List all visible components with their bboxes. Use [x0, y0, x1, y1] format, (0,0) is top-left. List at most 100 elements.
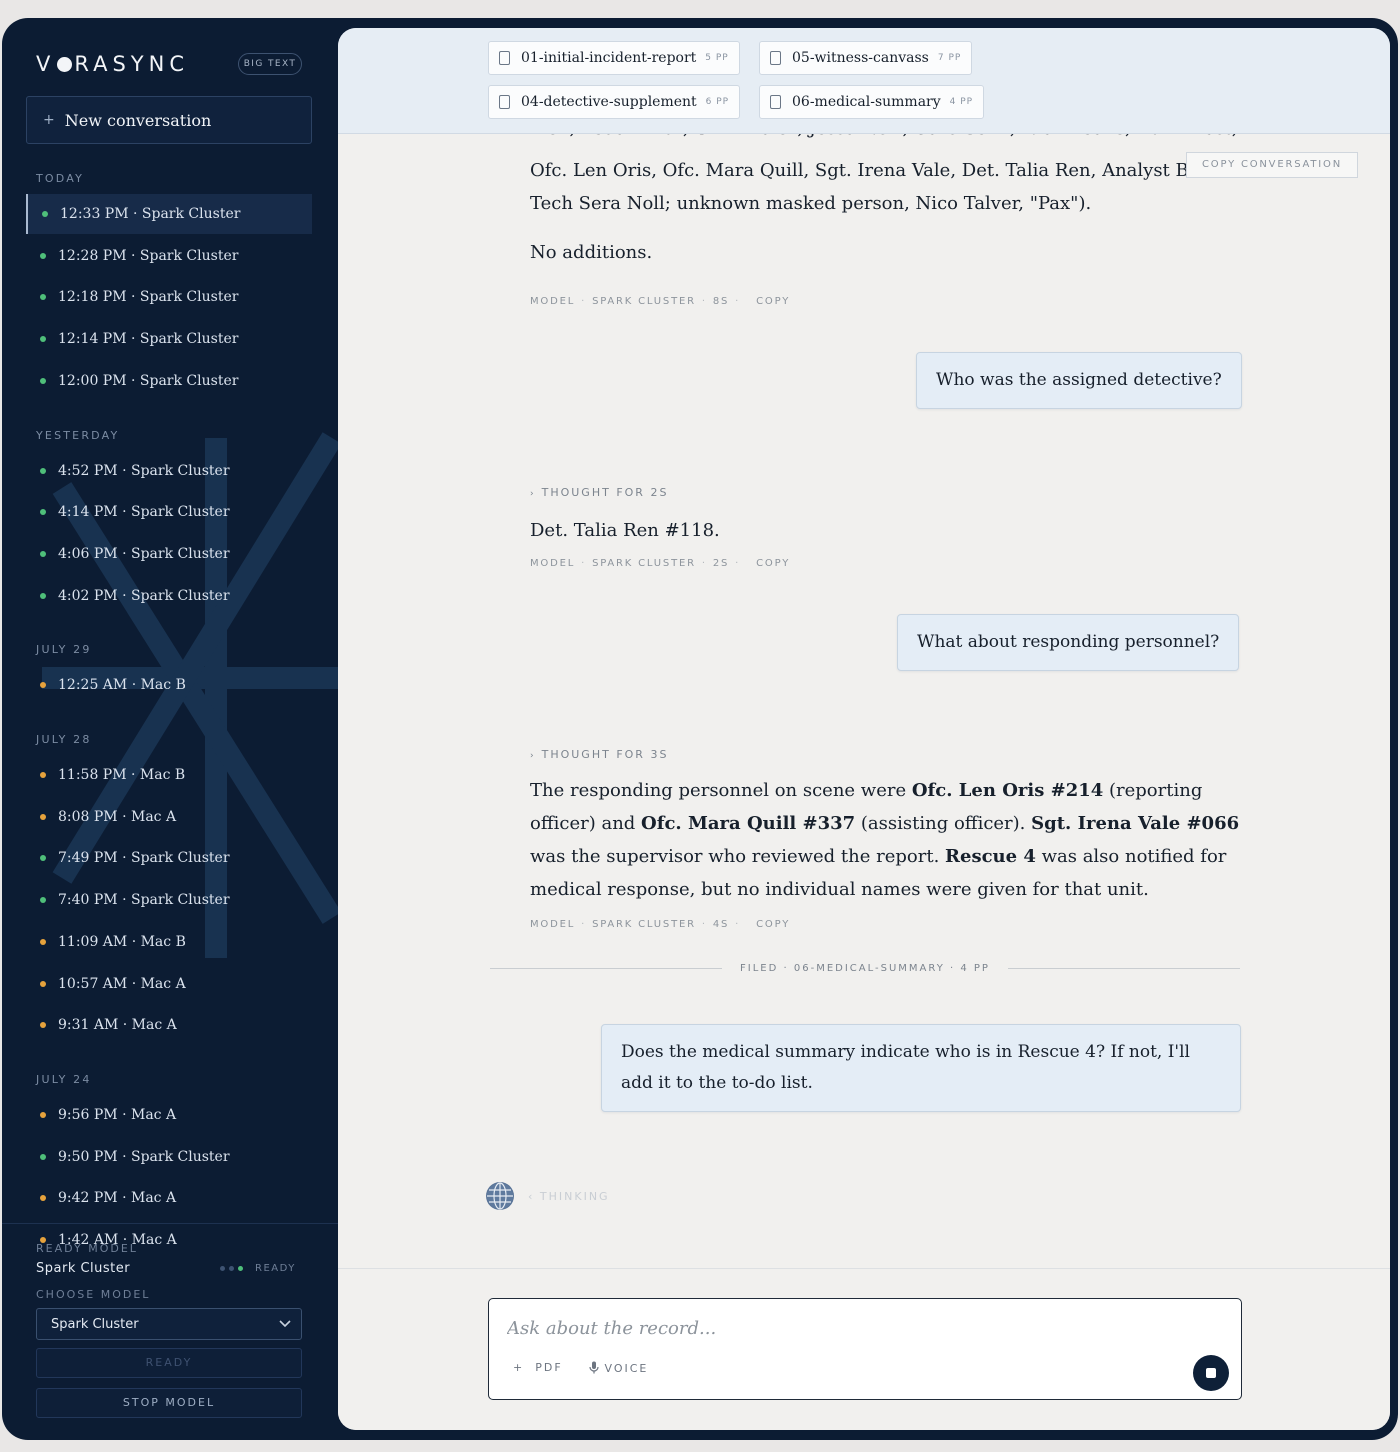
conversation-item[interactable]: 4:02 PM · Spark Cluster — [26, 576, 312, 616]
file-chip[interactable]: 05-witness-canvass 7 PP — [759, 41, 973, 75]
sidebar: V RASYNC BIG TEXT + New conversation TODA… — [2, 18, 338, 1440]
conversation-item[interactable]: 11:09 AM · Mac B — [26, 922, 312, 962]
conversation-label: 12:33 PM · Spark Cluster — [60, 206, 241, 222]
stop-generation-button[interactable] — [1193, 1355, 1229, 1391]
voice-button[interactable]: VOICE — [589, 1361, 648, 1375]
file-chip[interactable]: 01-initial-incident-report 5 PP — [488, 41, 740, 75]
conversation-label: 12:14 PM · Spark Cluster — [58, 331, 239, 348]
ready-model-label: READY MODEL — [36, 1242, 138, 1255]
message-meta: MODEL · SPARK CLUSTER · 8S · COPY — [530, 296, 791, 307]
conversation-item[interactable]: 4:06 PM · Spark Cluster — [26, 534, 312, 574]
plus-icon: + — [43, 112, 55, 128]
conversation-item[interactable]: 12:18 PM · Spark Cluster — [26, 277, 312, 317]
conversation-label: 11:58 PM · Mac B — [58, 767, 186, 783]
status-dot-icon — [40, 294, 46, 301]
thinking-indicator: ‹ THINKING — [486, 1182, 610, 1210]
new-conversation-label: New conversation — [64, 110, 212, 130]
status-dot-icon — [40, 813, 46, 820]
conversation-item[interactable]: 12:00 PM · Spark Cluster — [26, 361, 312, 401]
conversation-item[interactable]: 10:57 AM · Mac A — [26, 964, 312, 1004]
status-dot-icon — [40, 592, 46, 599]
big-text-toggle[interactable]: BIG TEXT — [238, 53, 302, 75]
user-message: What about responding personnel? — [897, 614, 1240, 671]
status-dot-icon — [40, 1111, 46, 1118]
assistant-message: Det. Talia Ren #118. — [530, 520, 720, 541]
ready-button[interactable]: READY — [36, 1348, 302, 1378]
conversation-label: 4:06 PM · Spark Cluster — [58, 545, 230, 562]
app-window: V RASYNC BIG TEXT + New conversation TODA… — [2, 18, 1398, 1440]
conversation-label: 7:49 PM · Spark Cluster — [58, 850, 230, 867]
message-meta: MODEL · SPARK CLUSTER · 2S · COPY — [530, 558, 791, 569]
model-select[interactable]: Spark Cluster — [36, 1308, 302, 1340]
conversation-label: 11:09 AM · Mac B — [58, 933, 186, 950]
conversation-item[interactable]: 4:52 PM · Spark Cluster — [26, 451, 312, 491]
status-dot-icon — [40, 467, 46, 474]
conversation-item[interactable]: 12:28 PM · Spark Cluster — [26, 236, 312, 276]
conversation-label: 9:56 PM · Mac A — [58, 1106, 177, 1123]
conversation-item[interactable]: 9:56 PM · Mac A — [26, 1095, 312, 1135]
status-dot-icon — [40, 772, 46, 778]
attached-files-bar: 01-initial-incident-report 5 PP 05-witnes… — [338, 28, 1390, 134]
ready-indicator: READY — [220, 1263, 296, 1274]
status-dot-icon — [40, 855, 46, 862]
thought-toggle[interactable]: › THOUGHT FOR 3S — [530, 748, 668, 761]
conversation-label: 4:02 PM · Spark Cluster — [58, 587, 230, 604]
status-dot-icon — [40, 377, 46, 384]
status-dot-icon — [40, 980, 46, 987]
status-dot-icon — [40, 336, 46, 343]
conversation-item[interactable]: 12:25 AM · Mac B — [26, 665, 312, 705]
file-chip[interactable]: 06-medical-summary 4 PP — [759, 85, 985, 119]
assistant-message-note: No additions. — [530, 242, 653, 263]
model-panel: READY MODEL Spark Cluster READY CHOOSE M… — [2, 1223, 338, 1440]
conversation-item[interactable]: 9:42 PM · Mac A — [26, 1178, 312, 1218]
conversation-item[interactable]: 8:08 PM · Mac A — [26, 797, 312, 837]
conversation-label: 4:14 PM · Spark Cluster — [58, 504, 230, 521]
status-dot-icon — [40, 1195, 46, 1202]
conversation-label: 4:52 PM · Spark Cluster — [58, 462, 230, 479]
conversation-item[interactable]: 9:31 AM · Mac A — [26, 1005, 312, 1045]
conversation-item[interactable]: 12:33 PM · Spark Cluster — [26, 194, 312, 234]
filed-divider: FILED · 06-MEDICAL-SUMMARY · 4 PP — [490, 958, 1240, 978]
conversation-item[interactable]: 12:14 PM · Spark Cluster — [26, 319, 312, 359]
group-label: JULY 24 — [36, 1072, 92, 1086]
status-dot-icon — [40, 1153, 46, 1160]
status-dot-icon — [40, 509, 46, 516]
stop-model-button[interactable]: STOP MODEL — [36, 1388, 302, 1418]
assistant-message: The responding personnel on scene were O… — [530, 780, 1240, 900]
conversation-item[interactable]: 7:49 PM · Spark Cluster — [26, 838, 312, 878]
plus-icon: + — [513, 1361, 525, 1374]
conversation-label: 7:40 PM · Spark Cluster — [58, 892, 230, 909]
status-dot-icon — [40, 938, 46, 945]
copy-button[interactable]: COPY — [756, 296, 790, 307]
message-composer: + PDF VOICE — [488, 1298, 1242, 1400]
conversation-label: 12:25 AM · Mac B — [58, 677, 186, 694]
copy-button[interactable]: COPY — [756, 919, 790, 930]
conversation-label: 12:00 PM · Spark Cluster — [58, 372, 239, 389]
conversation-label: 9:42 PM · Mac A — [58, 1190, 177, 1207]
status-dot-icon — [40, 252, 46, 259]
microphone-icon — [589, 1361, 599, 1374]
message-input[interactable] — [507, 1313, 1167, 1343]
globe-icon — [486, 1182, 514, 1210]
conversation-label: 12:18 PM · Spark Cluster — [58, 289, 239, 306]
conversation-item[interactable]: 9:50 PM · Spark Cluster — [26, 1137, 312, 1177]
conversation-label: 10:57 AM · Mac A — [58, 975, 186, 992]
copy-button[interactable]: COPY — [756, 558, 790, 569]
conversation-item[interactable]: 4:14 PM · Spark Cluster — [26, 492, 312, 532]
document-icon — [499, 95, 510, 109]
new-conversation-button[interactable]: + New conversation — [26, 96, 312, 144]
status-dot-icon — [40, 550, 46, 557]
status-dot-icon — [40, 1022, 46, 1029]
chat-panel: 01-initial-incident-report 5 PP 05-witnes… — [338, 28, 1390, 1430]
file-chip[interactable]: 04-detective-supplement 6 PP — [488, 85, 741, 119]
conversation-item[interactable]: 11:58 PM · Mac B — [26, 755, 312, 795]
ready-model-value: Spark Cluster — [36, 1261, 131, 1276]
conversation-item[interactable]: 7:40 PM · Spark Cluster — [26, 880, 312, 920]
choose-model-label: CHOOSE MODEL — [36, 1288, 151, 1301]
document-icon — [770, 51, 781, 65]
thought-toggle[interactable]: › THOUGHT FOR 2S — [530, 486, 668, 499]
attach-pdf-button[interactable]: + PDF — [513, 1361, 563, 1374]
group-label: JULY 28 — [36, 733, 92, 746]
copy-conversation-button[interactable]: COPY CONVERSATION — [1186, 152, 1358, 178]
user-message: Does the medical summary indicate who is… — [601, 1024, 1241, 1112]
